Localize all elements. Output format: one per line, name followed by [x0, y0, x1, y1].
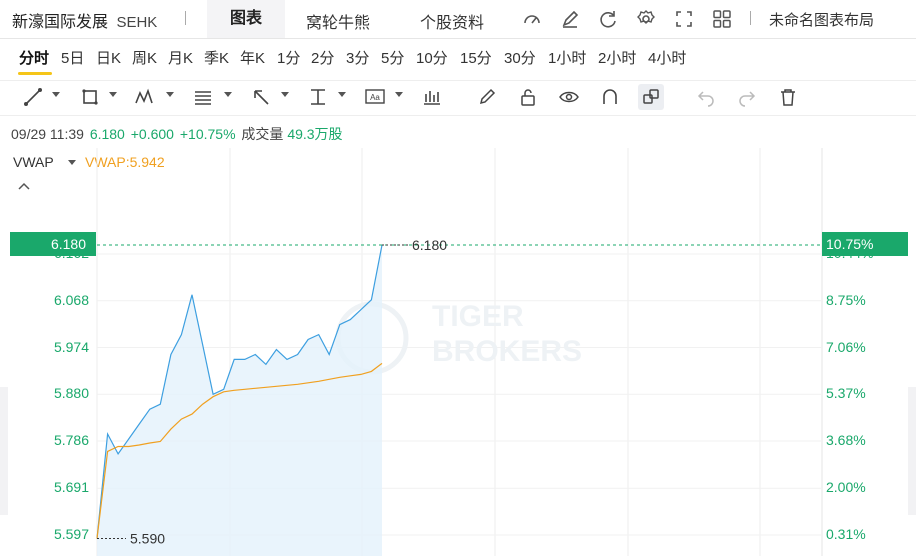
- high-annotation: 6.180: [412, 237, 447, 253]
- price-tick-5: 6.068: [53, 291, 89, 308]
- price-tick-3: 5.880: [53, 385, 89, 402]
- left-scroll-handle[interactable]: [0, 387, 8, 515]
- pct-tick-0: 0.31%: [826, 526, 866, 542]
- current-price-tag: 6.180: [10, 232, 96, 256]
- watermark-text: BROKERS: [432, 335, 582, 368]
- price-chart[interactable]: TIGERBROKERS 6.180 5.590: [0, 0, 916, 556]
- right-scroll-handle[interactable]: [908, 387, 916, 515]
- pct-tick-2: 3.68%: [826, 432, 866, 448]
- price-tick-0: 5.597: [53, 526, 89, 542]
- pct-tick-3: 5.37%: [826, 385, 866, 402]
- price-tick-2: 5.786: [53, 432, 89, 448]
- pct-tick-1: 2.00%: [826, 479, 866, 496]
- low-annotation: 5.590: [130, 530, 165, 546]
- pct-tick-5: 8.75%: [826, 291, 866, 308]
- watermark-text: TIGER: [432, 300, 524, 333]
- pct-tick-4: 7.06%: [826, 338, 866, 355]
- price-tick-4: 5.974: [53, 338, 89, 355]
- price-tick-1: 5.691: [53, 479, 89, 496]
- current-pct-tag: 10.75%: [822, 232, 908, 256]
- price-area: [97, 245, 382, 556]
